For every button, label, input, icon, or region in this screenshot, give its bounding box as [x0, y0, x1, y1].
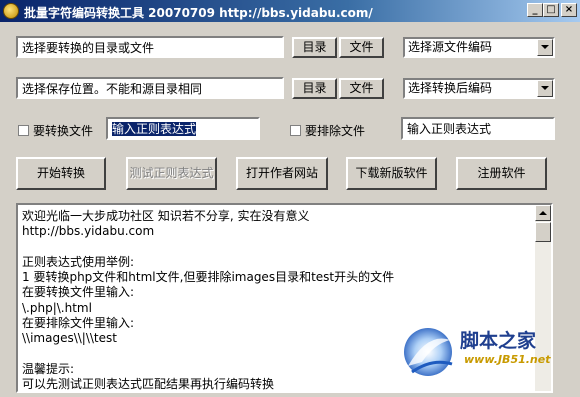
app-icon[interactable] [3, 3, 19, 19]
log-line: 正则表达式使用举例: [22, 254, 135, 269]
log-line: 1 要转换php文件和html文件,但要排除images目录和test开头的文件 [22, 270, 395, 285]
target-file-button[interactable]: 文件 [339, 78, 384, 99]
target-encoding-select[interactable]: 选择转换后编码 [403, 78, 555, 99]
source-path-field[interactable]: 选择要转换的目录或文件 [16, 36, 284, 58]
source-file-button[interactable]: 文件 [339, 37, 384, 58]
include-files-checkbox[interactable]: 要转换文件 [18, 122, 93, 139]
include-regex-value: 输入正则表达式 [112, 122, 197, 136]
app-window: 批量字符编码转换工具 20070709 http://bbs.yidabu.co… [0, 0, 580, 397]
exclude-checkbox-box[interactable] [290, 125, 301, 136]
test-regex-button[interactable]: 测试正则表达式 [126, 157, 217, 190]
chevron-down-icon[interactable] [537, 80, 553, 97]
exclude-files-checkbox[interactable]: 要排除文件 [290, 122, 365, 139]
maximize-button[interactable]: □ [543, 3, 559, 17]
log-line: 欢迎光临一大步成功社区 知识若不分享, 实在没有意义 [22, 209, 310, 223]
log-line: 在要转换文件里输入: [22, 285, 135, 300]
download-update-button[interactable]: 下载新版软件 [346, 157, 437, 190]
close-button[interactable]: × [561, 3, 577, 17]
watermark-url: www.JB51.net [464, 353, 551, 366]
log-line: \.php|\.html [22, 300, 92, 315]
target-dir-button[interactable]: 目录 [292, 78, 337, 99]
watermark-text: 脚本之家 [460, 330, 537, 352]
title-bar[interactable]: 批量字符编码转换工具 20070709 http://bbs.yidabu.co… [0, 0, 580, 22]
open-author-site-button[interactable]: 打开作者网站 [236, 157, 328, 190]
scroll-thumb[interactable] [535, 222, 551, 242]
include-regex-input[interactable]: 输入正则表达式 [106, 117, 260, 140]
target-encoding-value: 选择转换后编码 [408, 81, 493, 95]
scroll-up-icon[interactable] [535, 205, 551, 221]
window-title: 批量字符编码转换工具 20070709 http://bbs.yidabu.co… [24, 6, 373, 20]
watermark-emblem-icon [404, 328, 453, 376]
source-encoding-value: 选择源文件编码 [408, 40, 493, 54]
target-path-field[interactable]: 选择保存位置。不能和源目录相同 [16, 77, 284, 99]
watermark-logo: 脚本之家 www.JB51.net [398, 320, 558, 384]
include-checkbox-label: 要转换文件 [33, 124, 94, 138]
exclude-checkbox-label: 要排除文件 [305, 124, 366, 138]
log-line: http://bbs.yidabu.com [22, 224, 155, 239]
source-dir-button[interactable]: 目录 [292, 37, 337, 58]
include-checkbox-box[interactable] [18, 125, 29, 136]
exclude-regex-input[interactable]: 输入正则表达式 [401, 117, 555, 140]
source-encoding-select[interactable]: 选择源文件编码 [403, 37, 555, 58]
minimize-button[interactable]: _ [527, 3, 543, 17]
register-button[interactable]: 注册软件 [456, 157, 547, 190]
chevron-down-icon[interactable] [537, 39, 553, 56]
start-convert-button[interactable]: 开始转换 [16, 157, 106, 190]
